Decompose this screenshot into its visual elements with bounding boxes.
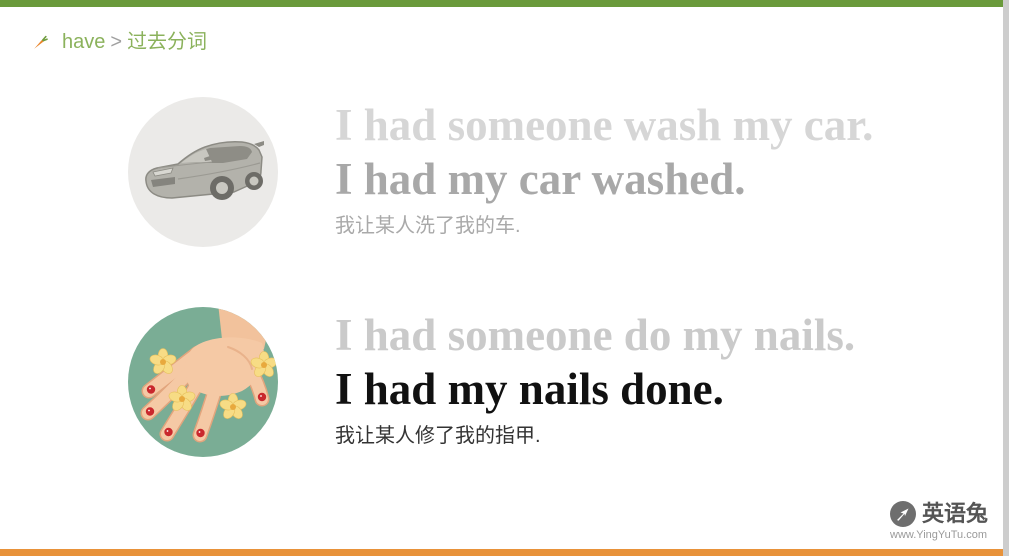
logo-website: www.YingYuTu.com: [890, 529, 988, 541]
active-voice-sentence: I had someone wash my car.: [335, 100, 874, 150]
carrot-icon: [33, 35, 48, 50]
sentence-group: I had someone do my nails. I had my nail…: [335, 308, 895, 448]
example-nails-done: I had someone do my nails. I had my nail…: [128, 307, 898, 457]
passive-voice-sentence: I had my nails done.: [335, 364, 724, 414]
site-logo: 英语兔 www.YingYuTu.com: [890, 501, 996, 543]
top-accent-bar: [0, 0, 1003, 7]
car-rear-wheel: [245, 172, 263, 190]
logo-brand-name: 英语兔: [922, 501, 989, 527]
car-illustration: [128, 97, 278, 247]
yingyutu-logo-icon: [890, 501, 916, 527]
chinese-translation: 我让某人洗了我的车.: [335, 215, 521, 237]
sentence-group: I had someone wash my car. I had my car …: [335, 98, 895, 238]
bottom-accent-bar: [0, 549, 1003, 556]
right-edge-strip: [1003, 0, 1009, 556]
chinese-translation: 我让某人修了我的指甲.: [335, 425, 541, 447]
breadcrumb-topic: have: [62, 31, 106, 53]
breadcrumb: have > 过去分词: [33, 30, 207, 54]
hand-nails-illustration: [128, 307, 278, 457]
example-car-washed: I had someone wash my car. I had my car …: [128, 97, 898, 247]
car-front-wheel: [210, 176, 234, 200]
active-voice-sentence: I had someone do my nails.: [335, 310, 856, 360]
passive-voice-sentence: I had my car washed.: [335, 154, 746, 204]
breadcrumb-separator: >: [110, 31, 123, 53]
breadcrumb-subtopic: 过去分词: [127, 31, 208, 53]
